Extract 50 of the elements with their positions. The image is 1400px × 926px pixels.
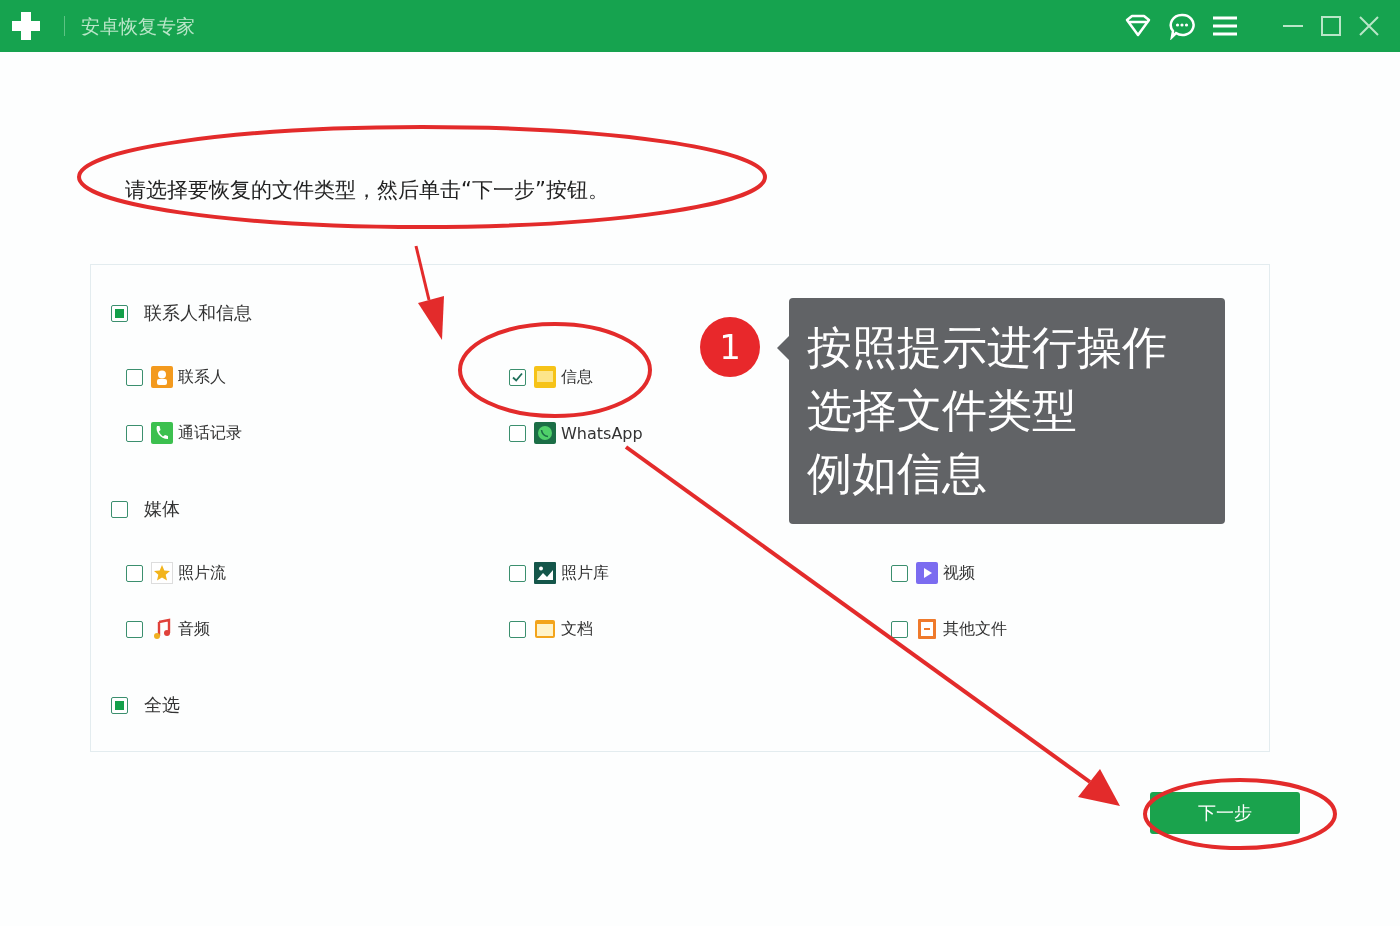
checkbox[interactable] xyxy=(126,620,143,638)
file-type-label: 通话记录 xyxy=(178,422,242,444)
checkbox[interactable] xyxy=(111,304,128,322)
window-title: 安卓恢复专家 xyxy=(64,16,195,36)
file-icon xyxy=(916,618,938,640)
plus-icon xyxy=(10,10,42,42)
file-type-label: 照片库 xyxy=(561,562,609,584)
chat-icon[interactable] xyxy=(1168,12,1196,40)
checkbox[interactable] xyxy=(509,368,526,386)
checkbox[interactable] xyxy=(891,564,908,582)
checkmark-icon xyxy=(512,371,523,383)
file-type-label: 视频 xyxy=(943,562,975,584)
group-label: 联系人和信息 xyxy=(144,301,252,325)
checkbox[interactable] xyxy=(509,424,526,442)
checkbox[interactable] xyxy=(891,620,908,638)
image-icon xyxy=(534,562,556,584)
file-type-label: 联系人 xyxy=(178,366,226,388)
checkbox[interactable] xyxy=(509,564,526,582)
instruction-text: 请选择要恢复的文件类型，然后单击“下一步”按钮。 xyxy=(125,180,610,200)
chat-bubble-icon xyxy=(534,422,556,444)
file-type-label: 音频 xyxy=(178,618,210,640)
checkbox[interactable] xyxy=(111,696,128,714)
step-badge: 1 xyxy=(700,317,760,377)
file-type-label: WhatsApp xyxy=(561,423,643,443)
file-type-label: 文档 xyxy=(561,618,593,640)
file-type-label: 其他文件 xyxy=(943,618,1007,640)
checkbox[interactable] xyxy=(509,620,526,638)
maximize-icon[interactable] xyxy=(1320,15,1342,37)
star-icon xyxy=(151,562,173,584)
checkbox[interactable] xyxy=(126,564,143,582)
close-icon[interactable] xyxy=(1358,15,1380,37)
diamond-icon[interactable] xyxy=(1124,14,1152,38)
phone-icon xyxy=(151,422,173,444)
checkbox[interactable] xyxy=(111,500,128,518)
callout-text: 例如信息 xyxy=(807,446,987,502)
checkbox[interactable] xyxy=(126,424,143,442)
message-icon xyxy=(534,366,556,388)
music-note-icon xyxy=(151,618,173,640)
folder-icon xyxy=(534,618,556,640)
play-icon xyxy=(916,562,938,584)
file-type-label: 信息 xyxy=(561,366,593,388)
contact-card-icon xyxy=(151,366,173,388)
next-button[interactable]: 下一步 xyxy=(1150,792,1300,834)
checkbox[interactable] xyxy=(126,368,143,386)
select-all-label: 全选 xyxy=(144,693,180,717)
file-type-label: 照片流 xyxy=(178,562,226,584)
callout-text: 选择文件类型 xyxy=(807,383,1077,439)
menu-icon[interactable] xyxy=(1212,15,1238,37)
group-label: 媒体 xyxy=(144,497,180,521)
callout-text: 按照提示进行操作 xyxy=(807,320,1167,376)
